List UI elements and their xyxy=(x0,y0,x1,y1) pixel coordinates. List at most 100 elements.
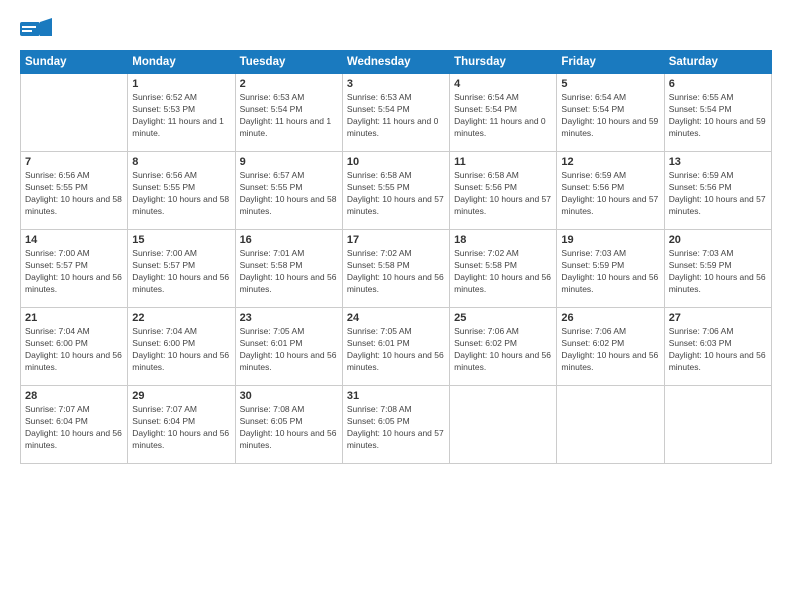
cell-info: Sunrise: 7:07 AMSunset: 6:04 PMDaylight:… xyxy=(132,404,230,452)
day-number: 8 xyxy=(132,156,230,168)
logo-icon xyxy=(20,18,52,40)
week-row-4: 28Sunrise: 7:07 AMSunset: 6:04 PMDayligh… xyxy=(21,386,772,464)
calendar-cell: 5 Sunrise: 6:54 AMSunset: 5:54 PMDaylight… xyxy=(557,74,664,152)
day-number: 1 xyxy=(132,78,230,90)
week-row-2: 14 Sunrise: 7:00 AMSunset: 5:57 PMDayligh… xyxy=(21,230,772,308)
calendar-cell: 11Sunrise: 6:58 AMSunset: 5:56 PMDayligh… xyxy=(450,152,557,230)
cell-info: Sunrise: 6:55 AMSunset: 5:54 PMDaylight:… xyxy=(669,92,767,140)
day-number: 17 xyxy=(347,234,445,246)
week-row-0: 1 Sunrise: 6:52 AMSunset: 5:53 PMDaylight… xyxy=(21,74,772,152)
day-number: 18 xyxy=(454,234,552,246)
cell-info: Sunrise: 7:05 AMSunset: 6:01 PMDaylight:… xyxy=(240,326,338,374)
day-number: 5 xyxy=(561,78,659,90)
day-number: 6 xyxy=(669,78,767,90)
calendar-cell: 14 Sunrise: 7:00 AMSunset: 5:57 PMDayligh… xyxy=(21,230,128,308)
cell-info: Sunrise: 6:59 AMSunset: 5:56 PMDaylight:… xyxy=(561,170,659,218)
weekday-header-thursday: Thursday xyxy=(450,51,557,74)
day-number: 30 xyxy=(240,390,338,402)
day-number: 25 xyxy=(454,312,552,324)
calendar-cell: 6 Sunrise: 6:55 AMSunset: 5:54 PMDaylight… xyxy=(664,74,771,152)
calendar-cell: 4 Sunrise: 6:54 AMSunset: 5:54 PMDaylight… xyxy=(450,74,557,152)
weekday-header-sunday: Sunday xyxy=(21,51,128,74)
day-number: 21 xyxy=(25,312,123,324)
weekday-header-row: SundayMondayTuesdayWednesdayThursdayFrid… xyxy=(21,51,772,74)
calendar-cell xyxy=(664,386,771,464)
weekday-header-tuesday: Tuesday xyxy=(235,51,342,74)
calendar-cell: 9 Sunrise: 6:57 AMSunset: 5:55 PMDaylight… xyxy=(235,152,342,230)
day-number: 12 xyxy=(561,156,659,168)
cell-info: Sunrise: 7:00 AMSunset: 5:57 PMDaylight:… xyxy=(132,248,230,296)
weekday-header-friday: Friday xyxy=(557,51,664,74)
day-number: 24 xyxy=(347,312,445,324)
calendar-cell: 18Sunrise: 7:02 AMSunset: 5:58 PMDayligh… xyxy=(450,230,557,308)
calendar-cell: 29 Sunrise: 7:07 AMSunset: 6:04 PMDayligh… xyxy=(128,386,235,464)
calendar-table: SundayMondayTuesdayWednesdayThursdayFrid… xyxy=(20,50,772,464)
cell-info: Sunrise: 7:04 AMSunset: 6:00 PMDaylight:… xyxy=(25,326,123,374)
cell-info: Sunrise: 7:06 AMSunset: 6:02 PMDaylight:… xyxy=(561,326,659,374)
day-number: 23 xyxy=(240,312,338,324)
cell-info: Sunrise: 6:56 AMSunset: 5:55 PMDaylight:… xyxy=(132,170,230,218)
cell-info: Sunrise: 6:58 AMSunset: 5:55 PMDaylight:… xyxy=(347,170,445,218)
day-number: 3 xyxy=(347,78,445,90)
cell-info: Sunrise: 7:05 AMSunset: 6:01 PMDaylight:… xyxy=(347,326,445,374)
cell-info: Sunrise: 7:04 AMSunset: 6:00 PMDaylight:… xyxy=(132,326,230,374)
cell-info: Sunrise: 6:54 AMSunset: 5:54 PMDaylight:… xyxy=(561,92,659,140)
day-number: 14 xyxy=(25,234,123,246)
calendar-cell: 12 Sunrise: 6:59 AMSunset: 5:56 PMDayligh… xyxy=(557,152,664,230)
calendar-cell: 15 Sunrise: 7:00 AMSunset: 5:57 PMDayligh… xyxy=(128,230,235,308)
calendar-cell: 22Sunrise: 7:04 AMSunset: 6:00 PMDayligh… xyxy=(128,308,235,386)
calendar-cell: 30 Sunrise: 7:08 AMSunset: 6:05 PMDayligh… xyxy=(235,386,342,464)
calendar-cell: 28Sunrise: 7:07 AMSunset: 6:04 PMDayligh… xyxy=(21,386,128,464)
cell-info: Sunrise: 7:01 AMSunset: 5:58 PMDaylight:… xyxy=(240,248,338,296)
calendar-cell: 7Sunrise: 6:56 AMSunset: 5:55 PMDaylight… xyxy=(21,152,128,230)
day-number: 19 xyxy=(561,234,659,246)
calendar-cell xyxy=(21,74,128,152)
calendar-cell: 21 Sunrise: 7:04 AMSunset: 6:00 PMDayligh… xyxy=(21,308,128,386)
calendar-cell: 27Sunrise: 7:06 AMSunset: 6:03 PMDayligh… xyxy=(664,308,771,386)
calendar-cell: 20 Sunrise: 7:03 AMSunset: 5:59 PMDayligh… xyxy=(664,230,771,308)
cell-info: Sunrise: 7:03 AMSunset: 5:59 PMDaylight:… xyxy=(669,248,767,296)
calendar-cell: 1 Sunrise: 6:52 AMSunset: 5:53 PMDaylight… xyxy=(128,74,235,152)
calendar-cell: 13Sunrise: 6:59 AMSunset: 5:56 PMDayligh… xyxy=(664,152,771,230)
cell-info: Sunrise: 7:06 AMSunset: 6:02 PMDaylight:… xyxy=(454,326,552,374)
cell-info: Sunrise: 7:08 AMSunset: 6:05 PMDaylight:… xyxy=(347,404,445,452)
cell-info: Sunrise: 7:02 AMSunset: 5:58 PMDaylight:… xyxy=(347,248,445,296)
cell-info: Sunrise: 7:08 AMSunset: 6:05 PMDaylight:… xyxy=(240,404,338,452)
day-number: 16 xyxy=(240,234,338,246)
day-number: 13 xyxy=(669,156,767,168)
calendar-cell: 26Sunrise: 7:06 AMSunset: 6:02 PMDayligh… xyxy=(557,308,664,386)
header xyxy=(20,18,772,40)
cell-info: Sunrise: 7:06 AMSunset: 6:03 PMDaylight:… xyxy=(669,326,767,374)
day-number: 31 xyxy=(347,390,445,402)
calendar-cell: 25 Sunrise: 7:06 AMSunset: 6:02 PMDayligh… xyxy=(450,308,557,386)
week-row-3: 21 Sunrise: 7:04 AMSunset: 6:00 PMDayligh… xyxy=(21,308,772,386)
day-number: 9 xyxy=(240,156,338,168)
weekday-header-saturday: Saturday xyxy=(664,51,771,74)
day-number: 20 xyxy=(669,234,767,246)
cell-info: Sunrise: 6:56 AMSunset: 5:55 PMDaylight:… xyxy=(25,170,123,218)
cell-info: Sunrise: 7:03 AMSunset: 5:59 PMDaylight:… xyxy=(561,248,659,296)
day-number: 10 xyxy=(347,156,445,168)
calendar-cell: 17 Sunrise: 7:02 AMSunset: 5:58 PMDayligh… xyxy=(342,230,449,308)
cell-info: Sunrise: 6:53 AMSunset: 5:54 PMDaylight:… xyxy=(240,92,338,140)
calendar-cell: 31 Sunrise: 7:08 AMSunset: 6:05 PMDayligh… xyxy=(342,386,449,464)
logo xyxy=(20,18,56,40)
calendar-cell: 10 Sunrise: 6:58 AMSunset: 5:55 PMDayligh… xyxy=(342,152,449,230)
calendar-cell: 23 Sunrise: 7:05 AMSunset: 6:01 PMDayligh… xyxy=(235,308,342,386)
calendar-cell: 19 Sunrise: 7:03 AMSunset: 5:59 PMDayligh… xyxy=(557,230,664,308)
weekday-header-wednesday: Wednesday xyxy=(342,51,449,74)
cell-info: Sunrise: 7:07 AMSunset: 6:04 PMDaylight:… xyxy=(25,404,123,452)
cell-info: Sunrise: 6:58 AMSunset: 5:56 PMDaylight:… xyxy=(454,170,552,218)
calendar-cell xyxy=(450,386,557,464)
day-number: 15 xyxy=(132,234,230,246)
weekday-header-monday: Monday xyxy=(128,51,235,74)
day-number: 4 xyxy=(454,78,552,90)
day-number: 2 xyxy=(240,78,338,90)
calendar-cell: 3Sunrise: 6:53 AMSunset: 5:54 PMDaylight… xyxy=(342,74,449,152)
cell-info: Sunrise: 7:00 AMSunset: 5:57 PMDaylight:… xyxy=(25,248,123,296)
calendar-cell: 16 Sunrise: 7:01 AMSunset: 5:58 PMDayligh… xyxy=(235,230,342,308)
cell-info: Sunrise: 6:54 AMSunset: 5:54 PMDaylight:… xyxy=(454,92,552,140)
cell-info: Sunrise: 6:57 AMSunset: 5:55 PMDaylight:… xyxy=(240,170,338,218)
day-number: 29 xyxy=(132,390,230,402)
cell-info: Sunrise: 6:52 AMSunset: 5:53 PMDaylight:… xyxy=(132,92,230,140)
